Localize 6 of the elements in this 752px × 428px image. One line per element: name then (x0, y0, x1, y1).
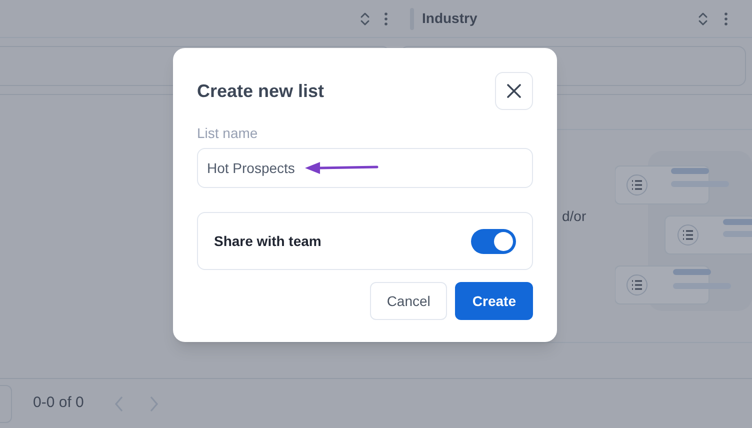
share-label: Share with team (214, 232, 322, 250)
field-label: List name (197, 126, 259, 140)
pagination-range: 0-0 of 0 (33, 393, 84, 414)
empty-state-text: d/or (562, 206, 586, 226)
dialog-title: Create new list (197, 80, 324, 102)
column-heading: Industry (422, 9, 478, 28)
